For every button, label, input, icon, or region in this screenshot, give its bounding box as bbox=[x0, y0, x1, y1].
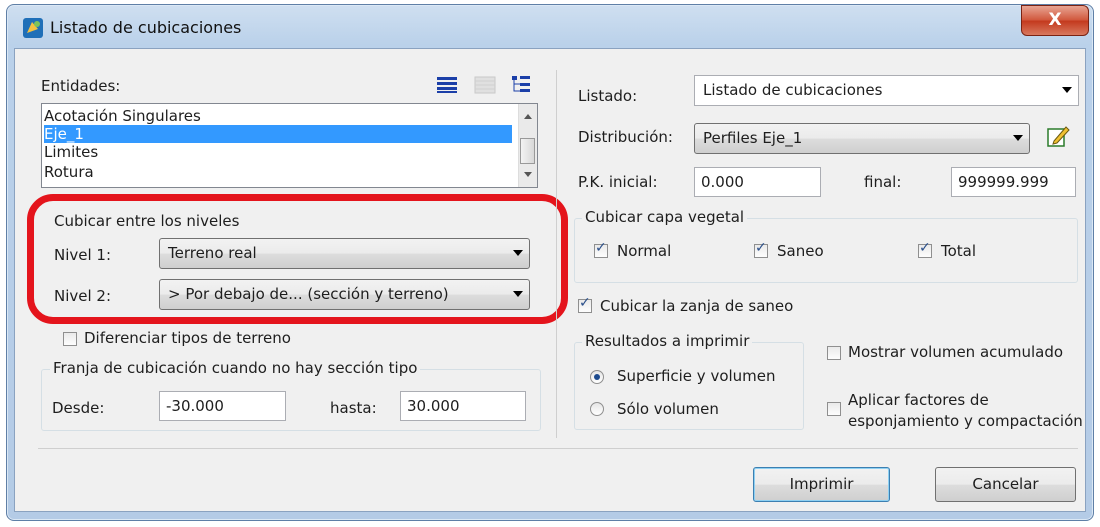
saneo-checkbox[interactable] bbox=[754, 240, 768, 258]
list-item[interactable]: Acotación Singulares bbox=[44, 107, 512, 125]
imprimir-button[interactable]: Imprimir bbox=[753, 467, 890, 502]
chevron-down-icon bbox=[1013, 135, 1023, 141]
scroll-thumb[interactable] bbox=[520, 138, 535, 164]
mostrar-checkbox[interactable] bbox=[827, 346, 841, 360]
list-item[interactable]: Rotura bbox=[44, 163, 512, 181]
aplicar-checkbox[interactable] bbox=[827, 402, 841, 416]
scroll-up-icon[interactable] bbox=[524, 114, 532, 119]
zanja-checkbox[interactable] bbox=[578, 295, 592, 313]
zanja-label: Cubicar la zanja de saneo bbox=[600, 297, 794, 315]
list-item-selected[interactable]: Eje_1 bbox=[44, 125, 512, 143]
distribucion-select[interactable]: Perfiles Eje_1 bbox=[694, 123, 1030, 154]
diferenciar-checkbox[interactable] bbox=[63, 332, 77, 346]
franja-group-title: Franja de cubicación cuando no hay secci… bbox=[50, 359, 421, 377]
list-item[interactable]: Limites bbox=[44, 143, 512, 161]
aplicar-label-1: Aplicar factores de bbox=[848, 391, 989, 409]
mostrar-label: Mostrar volumen acumulado bbox=[848, 343, 1064, 361]
highlight-annotation bbox=[27, 194, 568, 324]
distribucion-value: Perfiles Eje_1 bbox=[703, 129, 803, 147]
pk-final-input[interactable]: 999999.999 bbox=[951, 167, 1076, 197]
listado-label: Listado: bbox=[578, 87, 638, 105]
horizontal-divider bbox=[38, 448, 1078, 449]
list-view-icon[interactable] bbox=[436, 76, 458, 94]
entities-listbox[interactable]: Acotación Singulares Eje_1 Limites Rotur… bbox=[41, 103, 538, 188]
normal-checkbox[interactable] bbox=[594, 240, 608, 258]
pk-inicial-label: P.K. inicial: bbox=[578, 173, 658, 191]
pk-final-label: final: bbox=[864, 173, 902, 191]
close-button[interactable]: X bbox=[1021, 5, 1089, 36]
listbox-scrollbar[interactable] bbox=[518, 104, 537, 187]
resultados-title: Resultados a imprimir bbox=[582, 332, 753, 350]
details-view-icon[interactable] bbox=[474, 76, 496, 94]
desde-input[interactable]: -30.000 bbox=[159, 391, 286, 421]
hasta-input[interactable]: 30.000 bbox=[400, 391, 526, 421]
superficie-label: Superficie y volumen bbox=[617, 367, 776, 385]
distribucion-label: Distribución: bbox=[578, 128, 673, 146]
capa-vegetal-title: Cubicar capa vegetal bbox=[582, 208, 748, 226]
tree-view-icon[interactable] bbox=[511, 74, 533, 94]
app-icon bbox=[23, 18, 43, 38]
vertical-divider bbox=[556, 70, 557, 438]
diferenciar-label: Diferenciar tipos de terreno bbox=[84, 329, 291, 347]
entities-label: Entidades: bbox=[41, 77, 121, 95]
total-checkbox[interactable] bbox=[918, 240, 932, 258]
listado-select[interactable]: Listado de cubicaciones bbox=[694, 75, 1079, 106]
edit-pencil-icon[interactable] bbox=[1045, 123, 1071, 149]
total-label: Total bbox=[941, 242, 977, 260]
scroll-down-icon[interactable] bbox=[524, 172, 532, 177]
solo-volumen-radio[interactable] bbox=[590, 402, 604, 416]
cancelar-button[interactable]: Cancelar bbox=[935, 467, 1076, 502]
pk-inicial-input[interactable]: 0.000 bbox=[694, 167, 821, 197]
window-title: Listado de cubicaciones bbox=[50, 18, 242, 37]
solo-volumen-label: Sólo volumen bbox=[617, 400, 719, 418]
saneo-label: Saneo bbox=[777, 242, 824, 260]
hasta-label: hasta: bbox=[330, 399, 377, 417]
aplicar-label-2: esponjamiento y compactación bbox=[848, 412, 1083, 430]
chevron-down-icon bbox=[1062, 87, 1072, 93]
desde-label: Desde: bbox=[52, 399, 105, 417]
listado-value: Listado de cubicaciones bbox=[703, 81, 883, 99]
normal-label: Normal bbox=[617, 242, 672, 260]
superficie-radio[interactable] bbox=[590, 370, 604, 384]
